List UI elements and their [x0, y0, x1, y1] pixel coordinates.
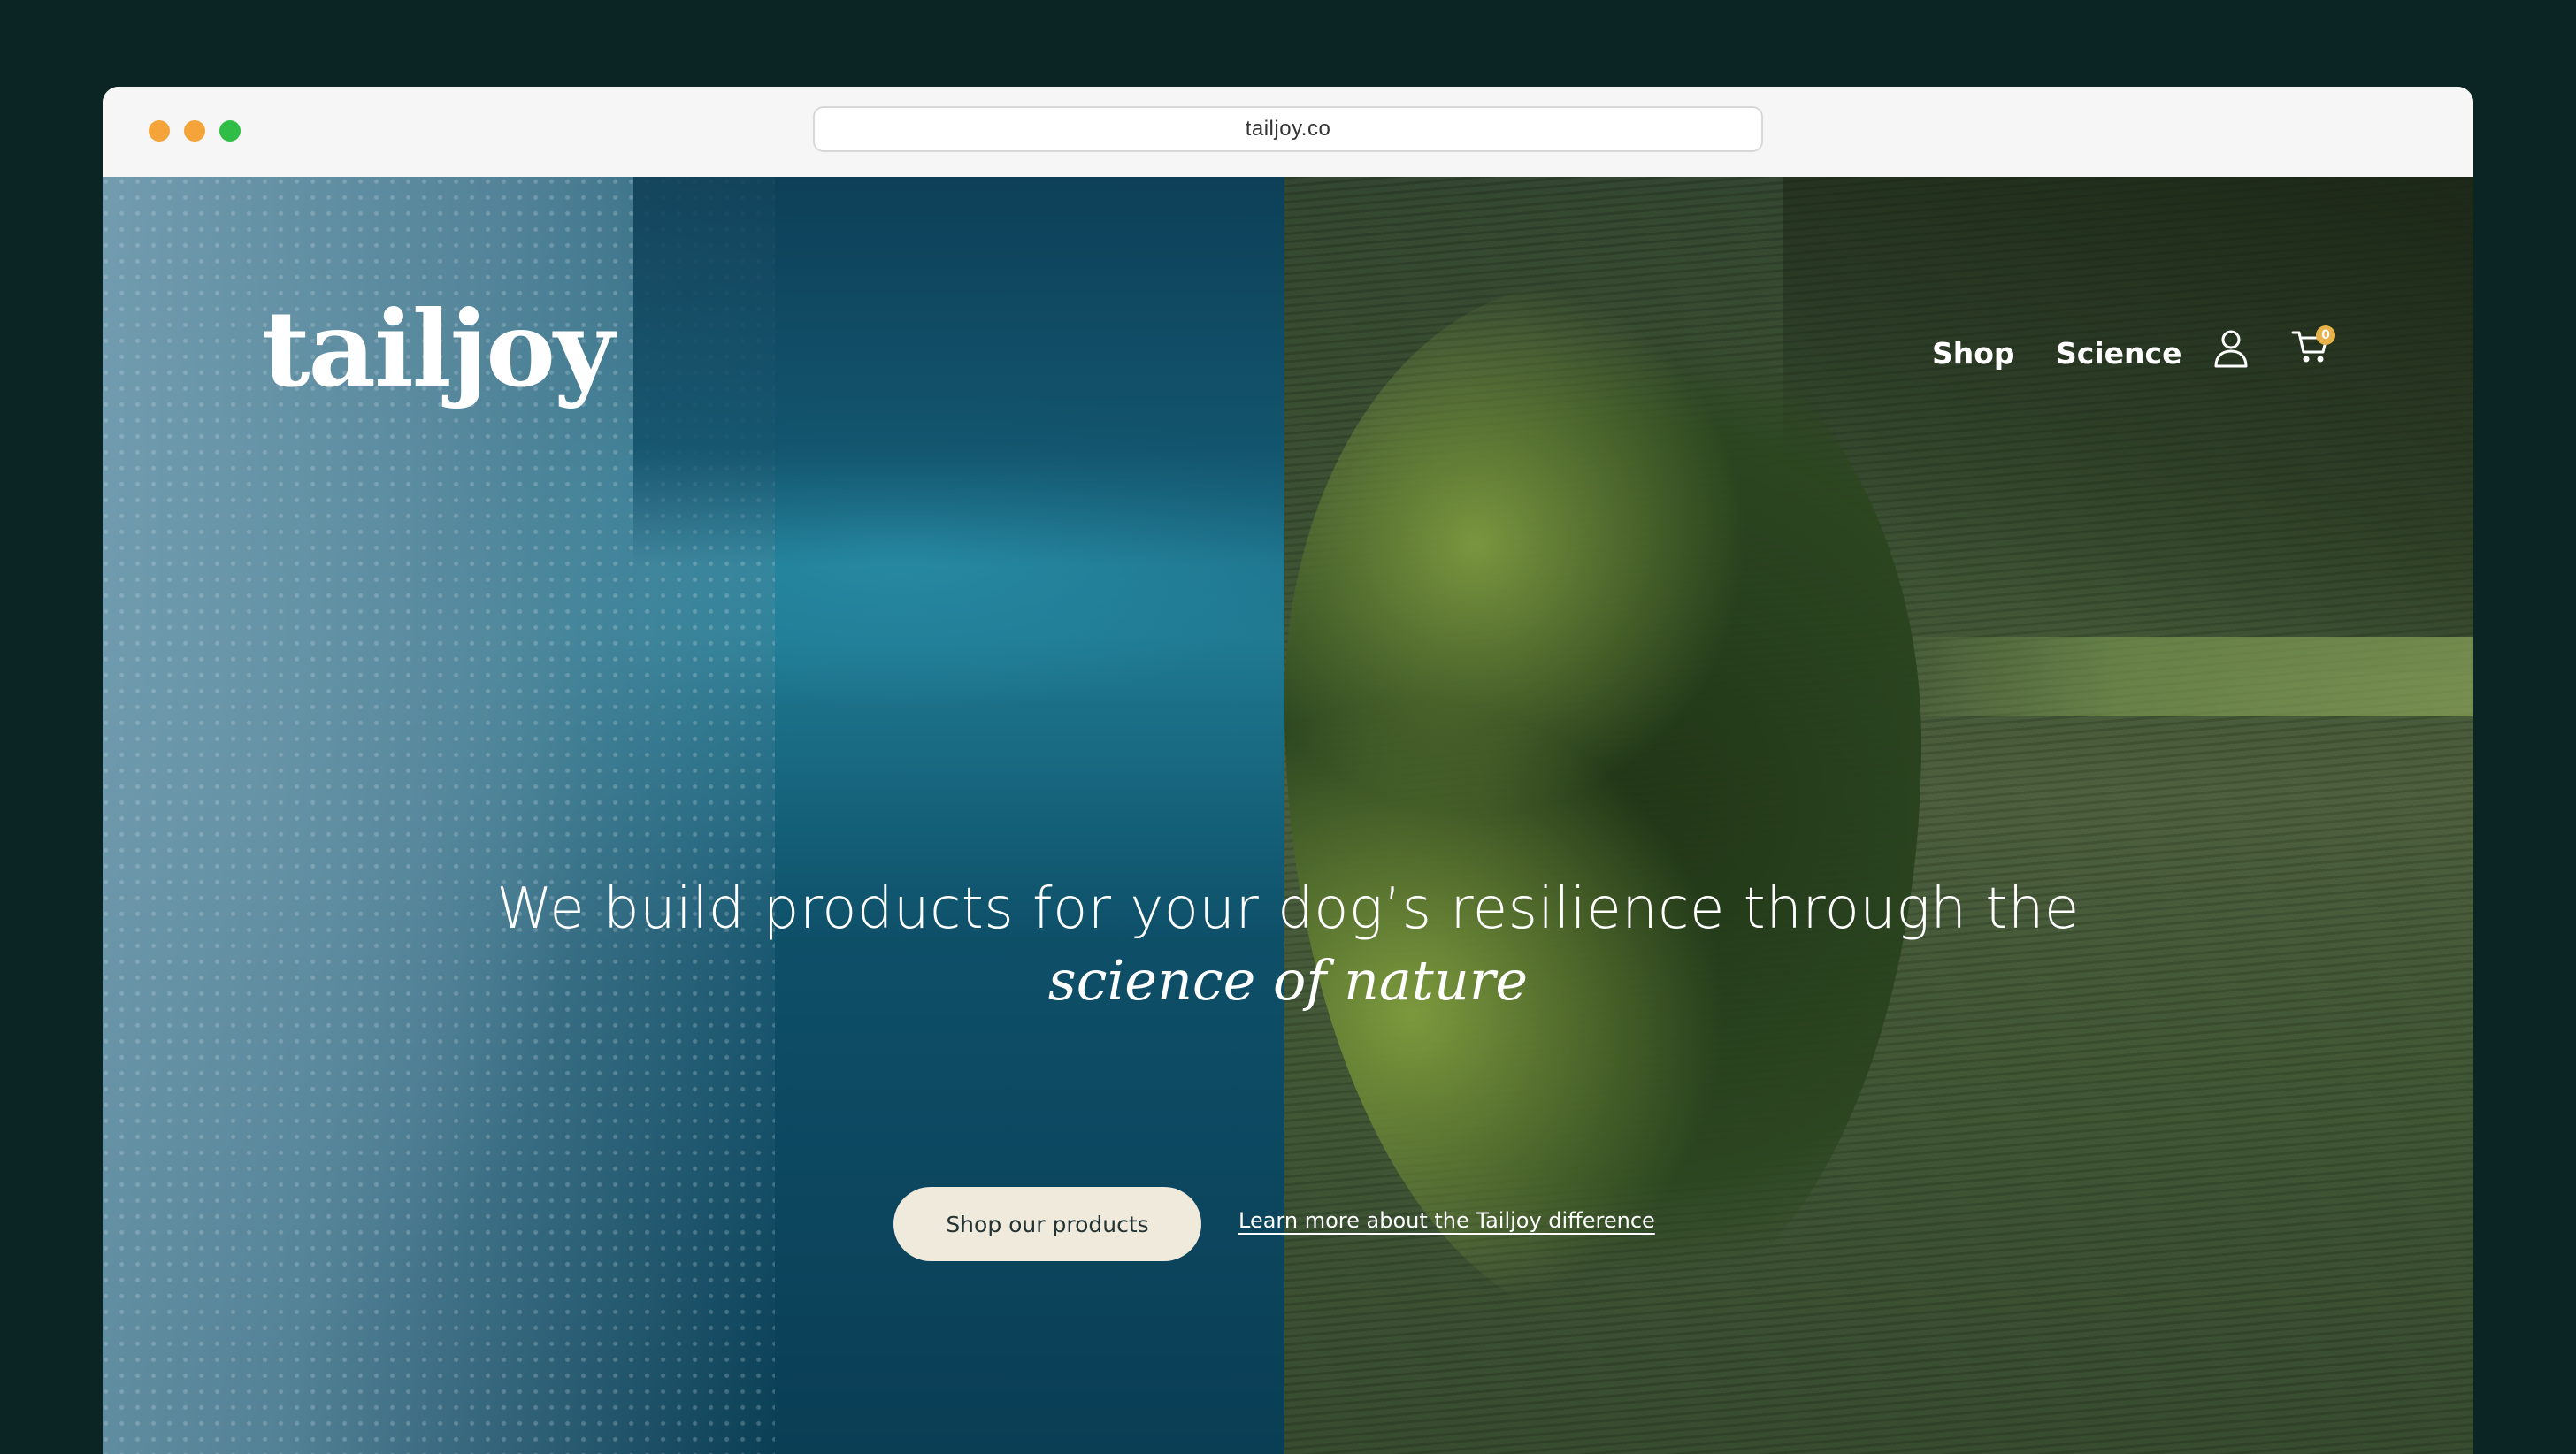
- hero-section: tailjoy Shop Science 0 We build products…: [103, 177, 2473, 1454]
- browser-window: tailjoy.co tailjoy Shop Science 0 We bui…: [103, 87, 2473, 1454]
- site-logo[interactable]: tailjoy: [262, 297, 615, 402]
- address-bar[interactable]: tailjoy.co: [813, 106, 1763, 152]
- nav-link-science[interactable]: Science: [2056, 334, 2181, 373]
- hero-headline-text: We build products for your dog’s resilie…: [496, 876, 2080, 942]
- browser-titlebar: tailjoy.co: [103, 87, 2473, 179]
- shop-products-button[interactable]: Shop our products: [893, 1187, 1201, 1261]
- hero-headline-accent: science of nature: [1047, 948, 1529, 1013]
- user-icon[interactable]: [2213, 329, 2249, 368]
- hero-field-strip: [1872, 637, 2473, 716]
- hero-water-surface: [633, 177, 1284, 566]
- zoom-window-button[interactable]: [219, 120, 241, 142]
- address-bar-url: tailjoy.co: [1245, 117, 1331, 141]
- nav-link-shop[interactable]: Shop: [1932, 334, 2015, 373]
- minimize-window-button[interactable]: [184, 120, 205, 142]
- close-window-button[interactable]: [149, 120, 170, 142]
- cart-count-badge: 0: [2316, 325, 2335, 345]
- hero-headline: We build products for your dog’s resilie…: [368, 872, 2208, 1015]
- learn-more-link[interactable]: Learn more about the Tailjoy difference: [1238, 1208, 1655, 1233]
